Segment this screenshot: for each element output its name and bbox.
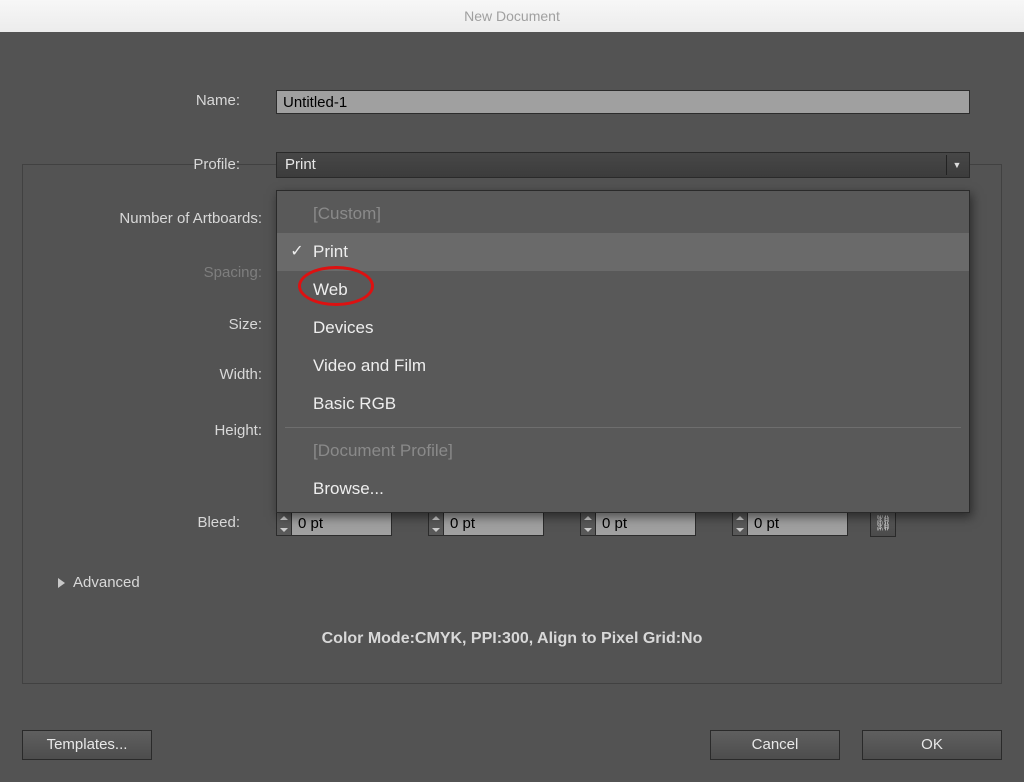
- artboards-label: Number of Artboards:: [22, 210, 262, 227]
- ok-button[interactable]: OK: [862, 730, 1002, 760]
- disclosure-triangle-icon: [58, 578, 65, 588]
- stepper-arrows-icon[interactable]: [732, 512, 748, 536]
- window-title: New Document: [464, 8, 560, 24]
- bleed-right-value[interactable]: 0 pt: [748, 512, 848, 536]
- window-titlebar: New Document: [0, 0, 1024, 33]
- profile-option-browse[interactable]: Browse...: [277, 470, 969, 508]
- document-summary: Color Mode:CMYK, PPI:300, Align to Pixel…: [0, 630, 1024, 648]
- profile-select[interactable]: Print ▼: [276, 152, 970, 178]
- bleed-top-stepper[interactable]: 0 pt: [276, 512, 392, 536]
- profile-option-video[interactable]: Video and Film: [277, 347, 969, 385]
- advanced-toggle[interactable]: Advanced: [58, 574, 140, 591]
- profile-option-document-profile[interactable]: [Document Profile]: [277, 432, 969, 470]
- stepper-arrows-icon[interactable]: [428, 512, 444, 536]
- profile-label: Profile:: [0, 156, 240, 173]
- profile-option-devices[interactable]: Devices: [277, 309, 969, 347]
- profile-option-print[interactable]: ✓ Print: [277, 233, 969, 271]
- bleed-link-button[interactable]: ⛓: [870, 511, 896, 537]
- bleed-left-value[interactable]: 0 pt: [596, 512, 696, 536]
- bleed-bottom-value[interactable]: 0 pt: [444, 512, 544, 536]
- profile-value: Print: [285, 156, 316, 173]
- profile-option-web[interactable]: Web: [277, 271, 969, 309]
- advanced-label: Advanced: [73, 574, 140, 591]
- dropdown-separator: [285, 427, 961, 428]
- bleed-bottom-stepper[interactable]: 0 pt: [428, 512, 544, 536]
- templates-button[interactable]: Templates...: [22, 730, 152, 760]
- bleed-right-stepper[interactable]: 0 pt: [732, 512, 848, 536]
- stepper-arrows-icon[interactable]: [276, 512, 292, 536]
- dropdown-caret-icon: ▼: [946, 155, 967, 175]
- bleed-label: Bleed:: [0, 514, 240, 531]
- profile-dropdown: [Custom] ✓ Print Web Devices Video and F…: [276, 190, 970, 513]
- stepper-arrows-icon[interactable]: [580, 512, 596, 536]
- checkmark-icon: ✓: [287, 233, 307, 271]
- profile-option-basic-rgb[interactable]: Basic RGB: [277, 385, 969, 423]
- link-icon: ⛓: [873, 515, 892, 532]
- bleed-left-stepper[interactable]: 0 pt: [580, 512, 696, 536]
- height-label: Height:: [22, 422, 262, 439]
- button-bar: Templates... Cancel OK: [22, 730, 1002, 760]
- bleed-top-value[interactable]: 0 pt: [292, 512, 392, 536]
- width-label: Width:: [22, 366, 262, 383]
- dialog-body: Name: Profile: Print ▼ Number of Artboar…: [0, 32, 1024, 782]
- spacing-label: Spacing:: [22, 264, 262, 281]
- name-input[interactable]: [276, 90, 970, 114]
- profile-option-custom[interactable]: [Custom]: [277, 195, 969, 233]
- cancel-button[interactable]: Cancel: [710, 730, 840, 760]
- size-label: Size:: [22, 316, 262, 333]
- name-label: Name:: [0, 92, 240, 109]
